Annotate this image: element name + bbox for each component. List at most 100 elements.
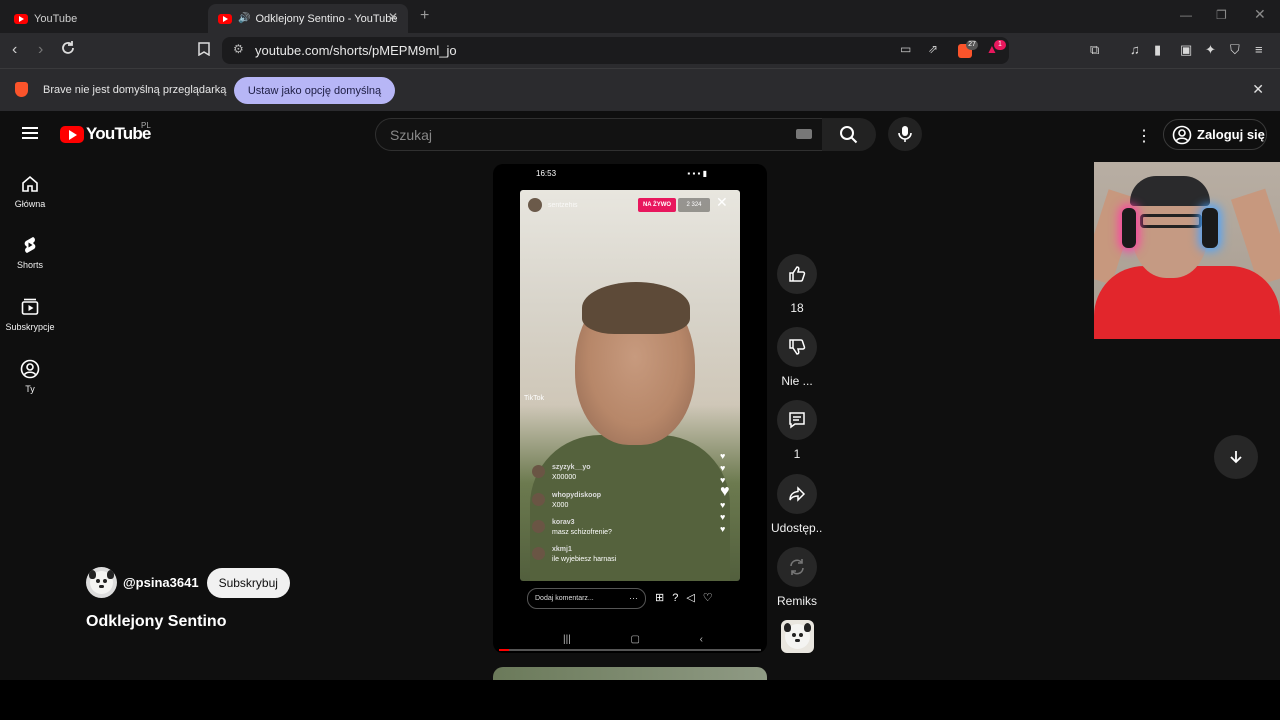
tab-active-video[interactable]: 🔊 Odklejony Sentino - YouTube ✕ [208,4,408,33]
voice-search-button[interactable] [888,117,922,151]
more-options-icon[interactable]: ⋮ [1136,126,1152,146]
live-comment: szyzyk__yo X00000 [532,463,591,483]
webcam-person-cap [1130,176,1210,206]
cast-icon[interactable]: ▭ [900,42,911,56]
webcam-person-glasses [1140,214,1202,228]
stream-close-icon: ✕ [716,194,728,210]
thumbs-up-icon [789,266,806,282]
sidebar-item-label: Shorts [16,260,43,270]
sidebar-item-subscriptions[interactable]: Subskrypcje [0,297,60,332]
comments-count: 1 [793,447,801,461]
live-badge: NA ŻYWO [638,198,676,212]
set-default-button[interactable]: Ustaw jako opcję domyślną [234,77,395,104]
leo-ai-icon[interactable]: ✦ [1205,42,1216,58]
comment-icon [789,412,805,429]
video-frame: sentzehis NA ŻYWO 2 324 ✕ TikTok szyzyk_… [520,190,740,581]
thumbs-down-icon [789,339,806,355]
account-icon [1172,125,1192,144]
next-video-button[interactable] [1214,435,1258,479]
dislike-button[interactable]: Nie ... [771,327,823,388]
arrow-down-icon [1230,451,1242,464]
close-window-button[interactable]: ✕ [1254,6,1266,23]
like-button[interactable]: 18 [771,254,823,315]
tab-title: Odklejony Sentino - YouTube [255,12,398,25]
streamer-name: sentzehis [528,198,578,212]
sidebar-item-shorts[interactable]: Shorts [0,235,60,270]
headphone-icon [1202,208,1218,248]
tab-youtube[interactable]: YouTube [8,4,204,33]
progress-fill [499,649,510,651]
subscribe-button[interactable]: Subskrybuj [206,567,290,598]
webcam-overlay [1094,162,1280,339]
youtube-favicon-icon [14,13,28,24]
share-icon[interactable]: ⇗ [928,42,938,56]
address-bar[interactable]: ⚙ youtube.com/shorts/pMEPM9ml_jo ▭ ⇗ 27 … [222,37,1009,64]
search-placeholder[interactable]: Szukaj [390,127,432,143]
site-settings-icon[interactable]: ⚙ [233,42,244,56]
close-infobar-icon[interactable]: ✕ [1252,81,1264,98]
live-comment: whopydiskoop X000 [532,491,601,511]
reload-button[interactable] [60,40,76,61]
dislike-label: Nie ... [781,374,813,388]
search-box[interactable]: Szukaj [375,118,823,151]
forward-button[interactable]: › [38,41,43,59]
sign-in-label: Zaloguj się [1197,127,1265,142]
sidebar-item-you[interactable]: Ty [0,359,60,394]
remix-button[interactable]: Remiks [771,547,823,608]
youtube-favicon-icon [218,13,232,24]
shorts-video-player[interactable]: 16:53 ▪ ▪ ▪ ▮ sentzehis NA ŻYWO 2 324 ✕ … [493,164,767,653]
youtube-play-icon [60,125,84,143]
restore-button[interactable]: ❐ [1216,8,1227,22]
menu-icon[interactable]: ≡ [1255,42,1263,57]
music-icon[interactable]: ♫ [1130,42,1140,57]
tiktok-action-icons: ⊞?◁♡ [655,592,721,604]
wallet-icon[interactable]: ▣ [1180,42,1192,58]
reader-mode-icon[interactable]: ⧉ [1090,42,1099,58]
search-icon [840,125,858,143]
comments-button[interactable]: 1 [771,400,823,461]
close-tab-icon[interactable]: ✕ [388,10,398,24]
brave-lion-icon [15,82,28,97]
hamburger-menu-icon[interactable] [22,127,38,139]
sidebar-item-home[interactable]: Główna [0,174,60,209]
share-button[interactable]: Udostęp... [771,474,823,535]
new-tab-button[interactable]: + [420,7,429,25]
channel-avatar[interactable] [86,567,117,598]
vpn-icon[interactable]: ⛉ [1230,42,1240,58]
tiktok-watermark: TikTok [524,395,544,402]
back-button[interactable]: ‹ [12,41,17,59]
browser-tab-bar: YouTube 🔊 Odklejony Sentino - YouTube ✕ … [0,0,1280,33]
bottom-black-bar [0,680,1280,720]
sidebar-item-label: Ty [25,384,35,394]
headphone-icon [1122,208,1136,248]
keyboard-icon[interactable] [796,129,812,139]
sign-in-button[interactable]: Zaloguj się [1163,119,1267,150]
you-icon [20,359,40,379]
remix-label: Remiks [776,594,817,608]
home-icon [22,175,38,192]
youtube-page: YouTube PL Szukaj ⋮ Zaloguj się Główna S… [0,111,1280,687]
sidebar-icon[interactable]: ▮ [1154,42,1161,58]
bookmark-icon[interactable] [198,42,210,61]
sidebar-item-label: Subskrypcje [5,322,55,332]
tab-title: YouTube [34,12,78,25]
default-browser-infobar: Brave nie jest domyślną przeglądarką Ust… [0,68,1280,111]
subscriptions-icon [21,298,39,315]
youtube-logo[interactable]: YouTube PL [60,121,151,144]
share-label: Udostęp... [771,521,823,535]
minimize-button[interactable]: — [1180,8,1192,22]
channel-handle[interactable]: @psina3641 [123,575,199,590]
sidebar-item-label: Główna [14,199,46,209]
rewards-badge: 1 [994,40,1006,50]
person-hair [582,282,690,334]
viewer-count: 2 324 [678,198,710,212]
search-button[interactable] [822,118,876,151]
like-count: 18 [790,301,804,315]
speaker-icon[interactable]: 🔊 [238,13,250,24]
audio-source-avatar[interactable] [781,620,814,653]
url-text[interactable]: youtube.com/shorts/pMEPM9ml_jo [255,43,457,58]
microphone-icon [898,126,912,142]
remix-icon [790,559,804,575]
video-progress-bar[interactable] [499,649,761,651]
country-code: PL [141,121,151,130]
